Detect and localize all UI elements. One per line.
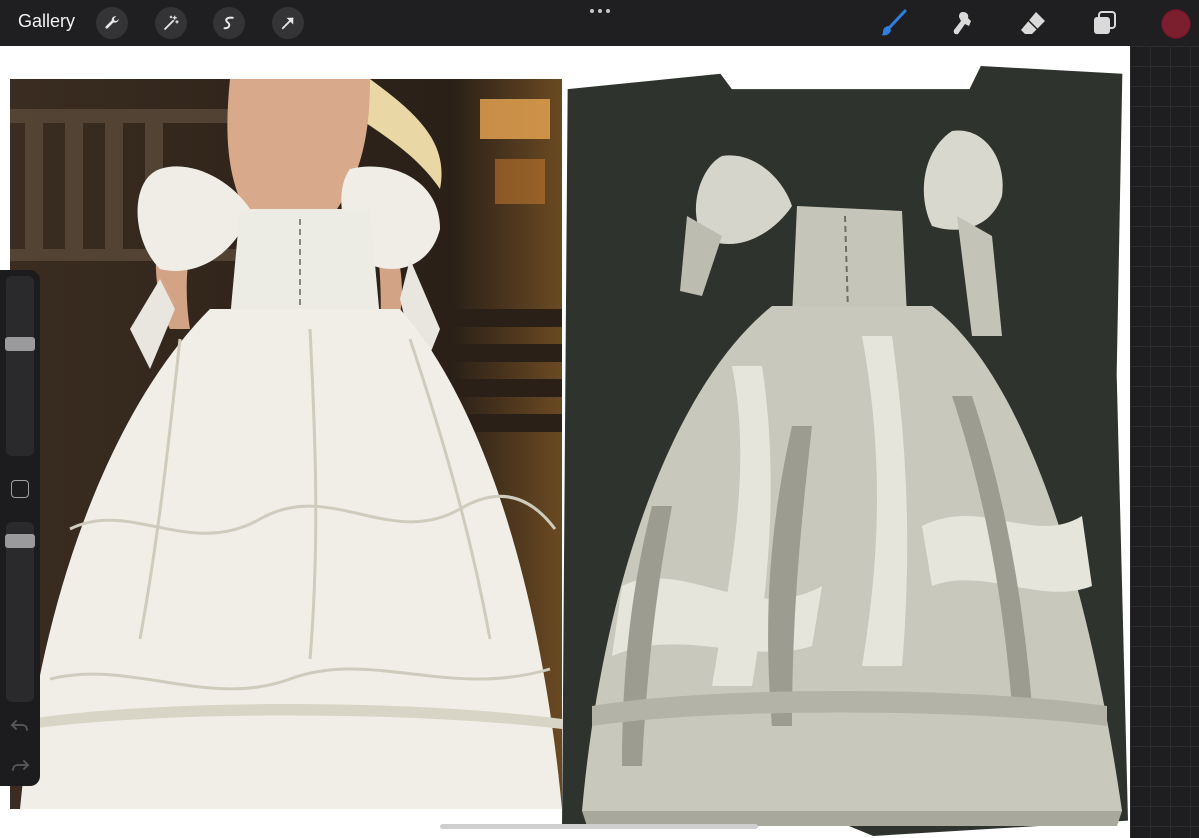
reference-photo-gown-illustration: [10, 79, 562, 809]
reference-photo: [10, 79, 562, 809]
more-dot-icon: [598, 9, 602, 13]
workspace-grid: [1130, 46, 1199, 838]
layers-button[interactable]: [1087, 6, 1121, 40]
transform-button[interactable]: [272, 7, 304, 39]
painted-gown-study: [582, 130, 1122, 826]
drawing-canvas[interactable]: [0, 46, 1130, 838]
redo-icon: [12, 760, 30, 771]
brush-opacity-slider[interactable]: [6, 522, 34, 702]
magic-wand-icon: [164, 15, 179, 30]
actions-wrench-button[interactable]: [96, 7, 128, 39]
more-options-button[interactable]: [585, 2, 615, 20]
eraser-button[interactable]: [1016, 6, 1050, 40]
undo-button[interactable]: [10, 716, 30, 736]
color-picker-button[interactable]: [1161, 9, 1191, 39]
wrench-icon: [105, 16, 119, 29]
paint-brush-button[interactable]: [876, 6, 910, 40]
brush-size-thumb[interactable]: [5, 337, 35, 352]
brush-opacity-thumb[interactable]: [5, 533, 35, 548]
more-dot-icon: [590, 9, 594, 13]
smudge-icon: [953, 12, 971, 35]
adjustments-button[interactable]: [155, 7, 187, 39]
brush-size-slider[interactable]: [6, 276, 34, 456]
home-indicator: [440, 824, 758, 829]
smudge-button[interactable]: [946, 6, 980, 40]
layers-icon: [1094, 11, 1116, 34]
undo-icon: [10, 720, 28, 731]
eraser-icon: [1021, 12, 1045, 34]
brush-sidebar: [0, 270, 40, 786]
transform-arrow-icon: [281, 17, 294, 30]
more-dot-icon: [606, 9, 610, 13]
top-toolbar: Gallery: [0, 0, 1199, 46]
brush-icon: [881, 9, 907, 36]
selection-s-icon: [223, 16, 234, 30]
gallery-button[interactable]: Gallery: [18, 11, 75, 32]
selection-button[interactable]: [213, 7, 245, 39]
modify-button[interactable]: [11, 480, 29, 498]
redo-button[interactable]: [10, 756, 30, 776]
